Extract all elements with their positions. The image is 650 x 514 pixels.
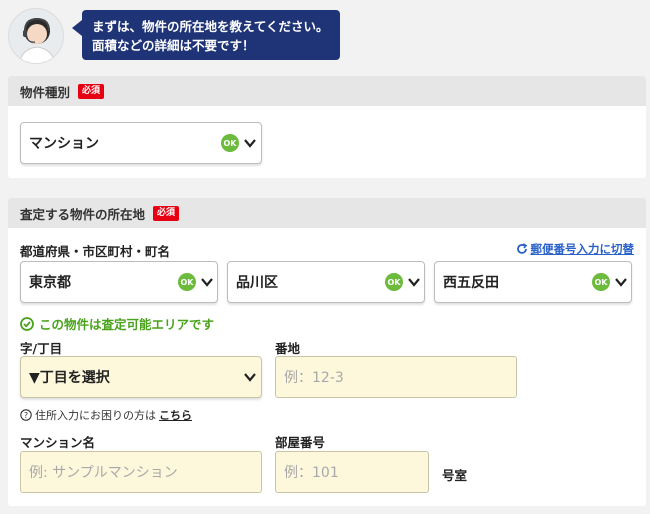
banchi-placeholder: 例：12-3 (284, 370, 344, 386)
chome-label: 字/丁目 (20, 341, 63, 356)
help-text: 住所入力にお困りの方は (35, 409, 156, 422)
chevron-down-icon (201, 278, 213, 287)
town-select[interactable]: 西五反田 OK (434, 261, 632, 303)
property-type-card: 物件種別 必須 マンション OK (8, 76, 646, 178)
city-select[interactable]: 品川区 OK (227, 261, 425, 303)
room-number-placeholder: 例：101 (284, 465, 339, 481)
chevron-down-icon (244, 373, 256, 382)
message-line1: まずは、物件の所在地を教えてください。 (92, 19, 329, 34)
chevron-down-icon (244, 139, 256, 148)
postal-switch-link[interactable]: 郵便番号入力に切替 (516, 241, 635, 257)
refresh-icon (516, 243, 527, 254)
banchi-input[interactable]: 例：12-3 (275, 356, 517, 398)
address-label: 都道府県・市区町村・町名 (20, 244, 171, 259)
chevron-down-icon (615, 278, 627, 287)
mansion-name-input[interactable]: 例: サンプルマンション (20, 451, 262, 493)
ok-check-icon: OK (385, 273, 403, 291)
location-title: 査定する物件の所在地 (20, 206, 146, 222)
chevron-down-icon (408, 278, 420, 287)
operator-message: まずは、物件の所在地を教えてください。 面積などの詳細は不要です！ (72, 10, 340, 60)
message-line2: 面積などの詳細は不要です！ (92, 38, 255, 53)
city-value: 品川区 (236, 275, 278, 291)
postal-switch-text: 郵便番号入力に切替 (530, 242, 635, 256)
prefecture-select[interactable]: 東京都 OK (20, 261, 218, 303)
help-row: ? 住所入力にお困りの方は こちら (20, 407, 192, 423)
mansion-name-placeholder: 例: サンプルマンション (29, 465, 178, 481)
operator-avatar (8, 8, 64, 64)
location-card: 査定する物件の所在地 必須 都道府県・市区町村・町名 郵便番号入力に切替 東京都… (8, 198, 646, 506)
room-number-input[interactable]: 例：101 (275, 451, 429, 493)
check-circle-icon (20, 316, 34, 331)
ok-check-icon: OK (221, 134, 239, 152)
ok-check-icon: OK (592, 273, 610, 291)
area-status: この物件は査定可能エリアです (20, 314, 214, 333)
required-badge: 必須 (78, 83, 105, 99)
property-type-header: 物件種別 必須 (8, 76, 646, 106)
help-link[interactable]: こちら (159, 407, 192, 423)
question-icon: ? (20, 409, 32, 421)
prefecture-value: 東京都 (29, 275, 71, 291)
chome-select[interactable]: ▼丁目を選択 (20, 356, 262, 398)
town-value: 西五反田 (443, 275, 499, 291)
location-header: 査定する物件の所在地 必須 (8, 198, 646, 228)
area-status-text: この物件は査定可能エリアです (39, 317, 215, 332)
room-number-label: 部屋番号 (275, 435, 326, 450)
ok-check-icon: OK (178, 273, 196, 291)
mansion-name-label: マンション名 (20, 435, 96, 450)
property-type-select[interactable]: マンション OK (20, 122, 262, 164)
property-type-title: 物件種別 (20, 84, 71, 100)
room-suffix: 号室 (442, 468, 468, 483)
required-badge: 必須 (153, 205, 180, 221)
chome-select-value: ▼丁目を選択 (29, 370, 110, 386)
banchi-label: 番地 (275, 341, 301, 356)
svg-text:?: ? (24, 411, 28, 420)
property-type-value: マンション (29, 136, 99, 152)
